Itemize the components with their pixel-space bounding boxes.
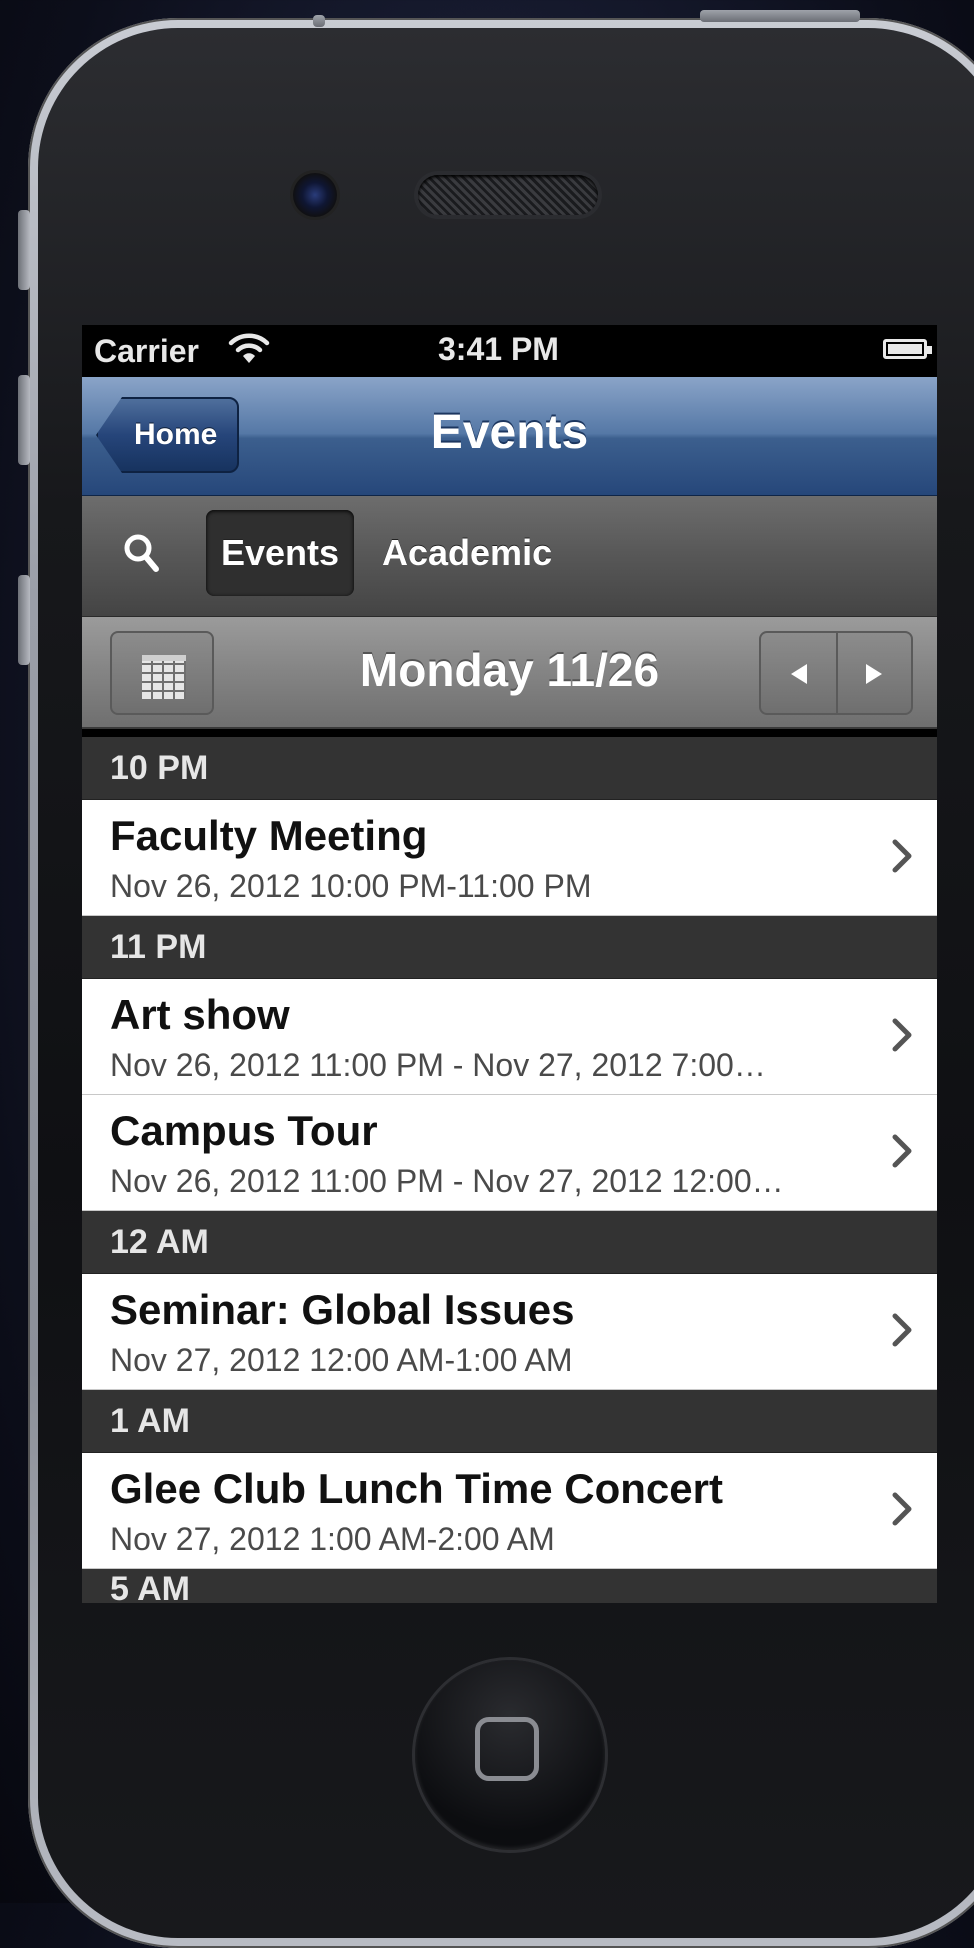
tab-academic[interactable]: Academic [382, 510, 552, 596]
chevron-right-icon [892, 1018, 912, 1052]
event-title: Faculty Meeting [110, 812, 428, 859]
chevron-right-icon [892, 1313, 912, 1347]
front-camera-icon [293, 173, 337, 217]
section-header: 12 AM [82, 1211, 937, 1274]
event-title: Campus Tour [110, 1107, 378, 1154]
next-day-button[interactable] [836, 633, 911, 713]
event-row[interactable]: Glee Club Lunch Time Concert Nov 27, 201… [82, 1453, 937, 1569]
section-header-partial: 5 AM [82, 1569, 937, 1603]
event-row[interactable]: Campus Tour Nov 26, 2012 11:00 PM - Nov … [82, 1095, 937, 1211]
tab-bar: Events Academic [82, 496, 937, 617]
date-arrow-group [759, 631, 913, 715]
section-header: 1 AM [82, 1390, 937, 1453]
wifi-icon [228, 331, 270, 373]
event-time: Nov 27, 2012 1:00 AM-2:00 AM [110, 1521, 555, 1557]
section-header: 11 PM [82, 916, 937, 979]
status-time: 3:41 PM [438, 331, 559, 367]
screen: Carrier 3:41 PM Home Events Events Acade… [82, 325, 937, 1603]
event-title: Glee Club Lunch Time Concert [110, 1465, 723, 1512]
event-time: Nov 26, 2012 11:00 PM - Nov 27, 2012 7:0… [110, 1047, 766, 1083]
sleep-button [700, 10, 860, 22]
mute-switch [18, 210, 30, 290]
event-row[interactable]: Faculty Meeting Nov 26, 2012 10:00 PM-11… [82, 800, 937, 916]
list-top-gap [82, 729, 937, 737]
page-title: Events [430, 406, 589, 459]
event-row[interactable]: Art show Nov 26, 2012 11:00 PM - Nov 27,… [82, 979, 937, 1095]
date-bar: Monday 11/26 [82, 617, 937, 729]
top-edge-button [313, 15, 325, 27]
chevron-right-icon [892, 839, 912, 873]
volume-down-button [18, 575, 30, 665]
chevron-right-icon [892, 1492, 912, 1526]
event-time: Nov 26, 2012 11:00 PM - Nov 27, 2012 12:… [110, 1163, 784, 1199]
home-square-icon [475, 1717, 539, 1781]
event-time: Nov 27, 2012 12:00 AM-1:00 AM [110, 1342, 573, 1378]
home-button[interactable] [415, 1660, 605, 1850]
triangle-right-icon [865, 664, 882, 685]
status-bar: Carrier 3:41 PM [82, 325, 937, 377]
event-list: 10 PM Faculty Meeting Nov 26, 2012 10:00… [82, 729, 937, 1603]
triangle-left-icon [790, 664, 807, 685]
navigation-bar: Home Events [82, 377, 937, 496]
volume-up-button [18, 375, 30, 465]
carrier-label: Carrier [94, 333, 199, 369]
earpiece-speaker [418, 175, 598, 215]
event-title: Seminar: Global Issues [110, 1286, 575, 1333]
section-header: 10 PM [82, 737, 937, 800]
battery-icon [883, 339, 932, 359]
tab-events[interactable]: Events [206, 510, 354, 596]
event-row[interactable]: Seminar: Global Issues Nov 27, 2012 12:0… [82, 1274, 937, 1390]
previous-day-button[interactable] [761, 633, 838, 713]
chevron-right-icon [892, 1134, 912, 1168]
event-title: Art show [110, 991, 290, 1038]
search-icon[interactable] [122, 532, 162, 581]
event-time: Nov 26, 2012 10:00 PM-11:00 PM [110, 868, 592, 904]
